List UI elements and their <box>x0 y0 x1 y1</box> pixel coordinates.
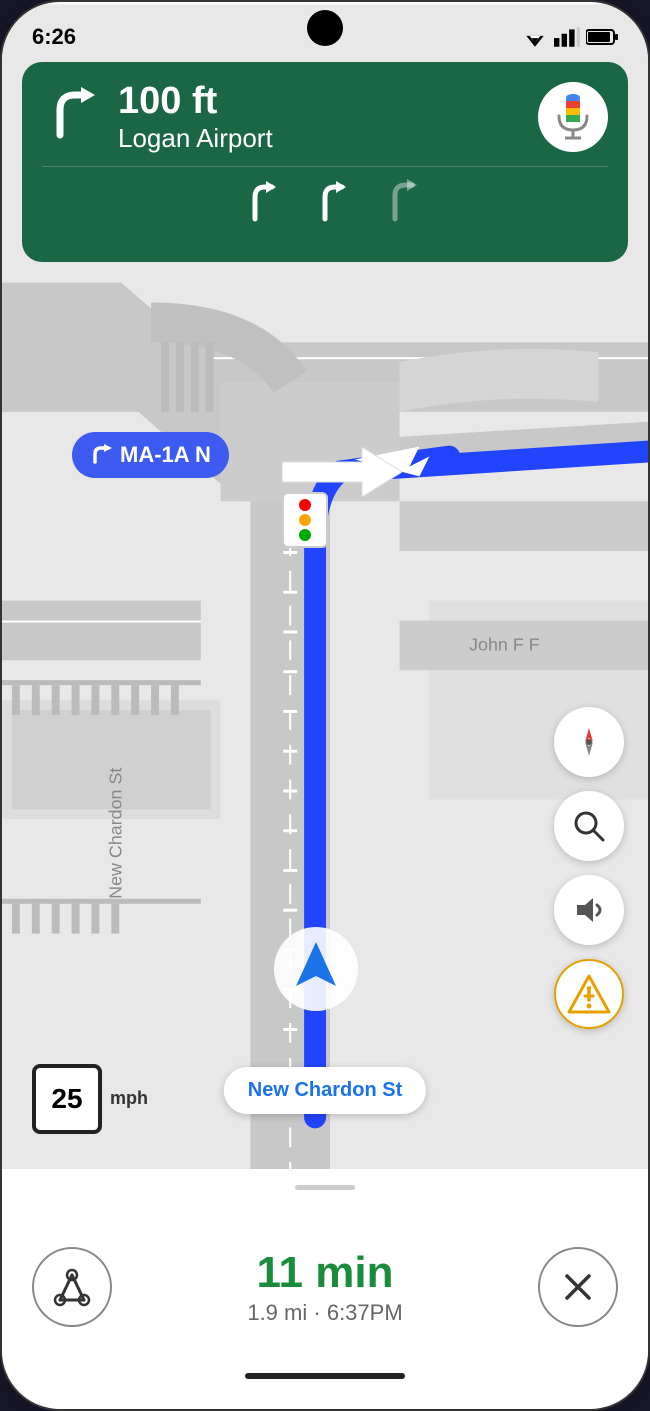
route-label-text: MA-1A N <box>120 442 211 468</box>
nav-main-row: 100 ft Logan Airport <box>42 80 608 154</box>
eta-area: 11 min 1.9 mi · 6:37PM <box>112 1248 538 1326</box>
wifi-icon <box>522 27 548 47</box>
battery-icon <box>586 27 618 47</box>
nav-text: 100 ft Logan Airport <box>118 80 273 154</box>
search-button[interactable] <box>554 791 624 861</box>
current-street-label: New Chardon St <box>224 1067 426 1114</box>
lane-arrow-3 <box>370 177 420 227</box>
signal-icon <box>554 27 580 47</box>
speed-limit: 25 mph <box>32 1064 148 1134</box>
report-button[interactable] <box>554 959 624 1029</box>
turn-arrow <box>42 82 102 152</box>
eta-arrival: 6:37PM <box>327 1300 403 1325</box>
svg-text:New Chardon St: New Chardon St <box>105 768 125 899</box>
nav-destination: Logan Airport <box>118 123 273 154</box>
bottom-handle <box>295 1185 355 1190</box>
traffic-light-green <box>299 529 311 541</box>
bottom-bar: 11 min 1.9 mi · 6:37PM <box>2 1169 648 1409</box>
bottom-main: 11 min 1.9 mi · 6:37PM <box>32 1210 618 1363</box>
home-indicator <box>245 1373 405 1379</box>
eta-time: 11 min <box>112 1248 538 1298</box>
audio-button[interactable] <box>554 875 624 945</box>
nav-header: 100 ft Logan Airport <box>22 62 628 262</box>
svg-text:John F F: John F F <box>469 634 540 654</box>
route-direction-arrow <box>282 447 402 502</box>
speed-unit: mph <box>110 1088 148 1110</box>
nav-direction-area: 100 ft Logan Airport <box>42 80 538 154</box>
speed-limit-box: 25 <box>32 1064 102 1134</box>
vehicle-position <box>271 924 361 1019</box>
status-icons <box>522 27 618 47</box>
eta-details: 1.9 mi · 6:37PM <box>112 1300 538 1326</box>
status-time: 6:26 <box>32 24 76 50</box>
phone-frame: 6:26 <box>0 0 650 1411</box>
eta-distance: 1.9 mi <box>247 1300 307 1325</box>
map-controls <box>554 707 624 1029</box>
eta-separator: · <box>313 1300 326 1325</box>
lane-arrow-2 <box>300 177 350 227</box>
close-navigation-button[interactable] <box>538 1247 618 1327</box>
nav-lanes <box>42 166 608 227</box>
lane-arrow-1 <box>230 177 280 227</box>
compass-button[interactable] <box>554 707 624 777</box>
camera-notch <box>307 10 343 46</box>
traffic-light-yellow <box>299 514 311 526</box>
routes-button[interactable] <box>32 1247 112 1327</box>
nav-distance: 100 ft <box>118 80 273 123</box>
route-label: MA-1A N <box>72 432 229 478</box>
voice-button[interactable] <box>538 82 608 152</box>
